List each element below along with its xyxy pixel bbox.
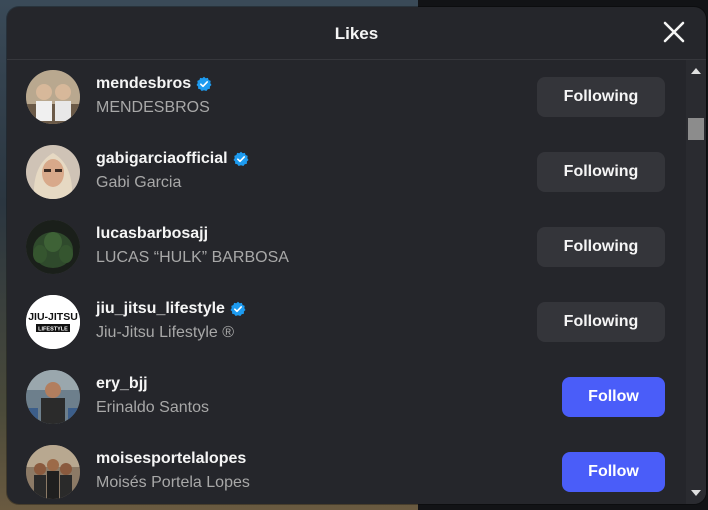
username-line: gabigarciaofficial: [96, 149, 249, 169]
dialog-header: Likes: [7, 7, 706, 60]
list-item: lucasbarbosajj LUCAS “HULK” BARBOSA Foll…: [7, 210, 685, 285]
username[interactable]: gabigarciaofficial: [96, 150, 228, 168]
list-item: moisesportelalopes Moisés Portela Lopes …: [7, 435, 685, 504]
username-line: lucasbarbosajj: [96, 224, 208, 244]
username[interactable]: moisesportelalopes: [96, 450, 246, 468]
full-name: LUCAS “HULK” BARBOSA: [96, 249, 289, 266]
verified-badge-icon: [230, 301, 246, 316]
verified-badge-icon: [196, 76, 212, 91]
list-item: JIU-JITSU LIFESTYLE jiu_jitsu_lifestyle …: [7, 285, 685, 360]
dialog-title: Likes: [334, 24, 379, 43]
username-line: jiu_jitsu_lifestyle: [96, 299, 246, 319]
scroll-up-arrow-icon[interactable]: [691, 68, 701, 74]
full-name: Jiu-Jitsu Lifestyle ®: [96, 324, 235, 341]
follow-button[interactable]: Follow: [562, 452, 665, 492]
avatar[interactable]: [26, 145, 80, 199]
full-name: MENDESBROS: [96, 99, 210, 116]
verified-badge-icon: [233, 151, 249, 166]
avatar-logo-top-text: JIU-JITSU: [28, 311, 78, 323]
avatar[interactable]: [26, 70, 80, 124]
avatar[interactable]: [26, 370, 80, 424]
username[interactable]: mendesbros: [96, 75, 191, 93]
list-item: mendesbros MENDESBROS Following: [7, 60, 685, 135]
likes-dialog: Likes mendesbros MENDESBROS Following ga…: [7, 7, 706, 504]
username[interactable]: ery_bjj: [96, 375, 148, 393]
list-item: gabigarciaofficial Gabi Garcia Following: [7, 135, 685, 210]
close-button[interactable]: [662, 20, 686, 44]
full-name: Erinaldo Santos: [96, 399, 209, 416]
avatar[interactable]: JIU-JITSU LIFESTYLE: [26, 295, 80, 349]
following-button[interactable]: Following: [537, 302, 665, 342]
scrollbar-thumb[interactable]: [688, 118, 704, 140]
username-line: mendesbros: [96, 74, 212, 94]
scrollbar[interactable]: [686, 60, 706, 504]
following-button[interactable]: Following: [537, 77, 665, 117]
avatar-logo-bottom-text: LIFESTYLE: [38, 327, 68, 333]
close-icon[interactable]: [662, 20, 686, 44]
full-name: Moisés Portela Lopes: [96, 474, 250, 491]
avatar[interactable]: [26, 445, 80, 499]
following-button[interactable]: Following: [537, 227, 665, 267]
likes-list: mendesbros MENDESBROS Following gabigarc…: [7, 60, 685, 504]
scroll-down-arrow-icon[interactable]: [691, 490, 701, 496]
username[interactable]: jiu_jitsu_lifestyle: [96, 300, 225, 318]
username-line: moisesportelalopes: [96, 449, 246, 469]
list-item: ery_bjj Erinaldo Santos Follow: [7, 360, 685, 435]
username-line: ery_bjj: [96, 374, 148, 394]
username[interactable]: lucasbarbosajj: [96, 225, 208, 243]
full-name: Gabi Garcia: [96, 174, 182, 191]
avatar[interactable]: [26, 220, 80, 274]
following-button[interactable]: Following: [537, 152, 665, 192]
follow-button[interactable]: Follow: [562, 377, 665, 417]
